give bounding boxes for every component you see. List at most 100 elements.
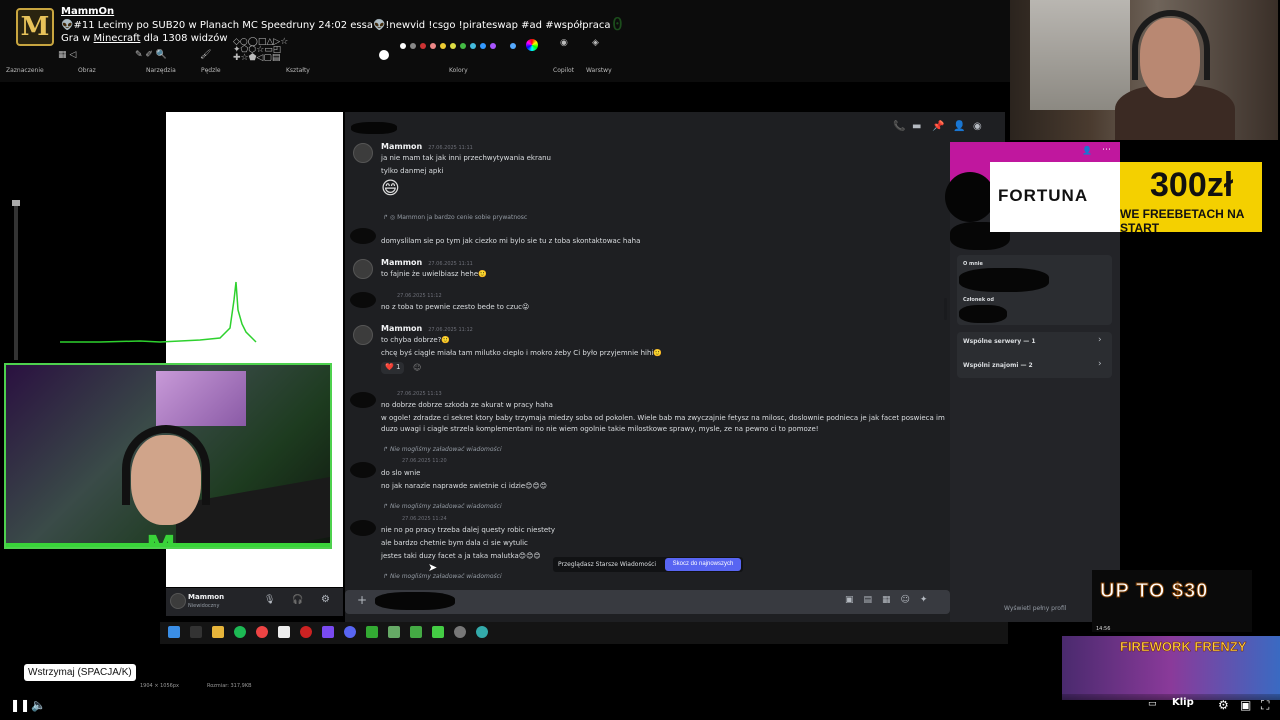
fortuna-ad[interactable]: FORTUNA 300zł WE FREEBETACH NA START bbox=[990, 162, 1262, 232]
search-icon[interactable] bbox=[190, 626, 202, 638]
headphones-icon[interactable]: 🎧 bbox=[292, 595, 303, 605]
view-full-profile-link[interactable]: Wyświetl pełny profil bbox=[1004, 605, 1066, 612]
msg-author-name[interactable]: Mammon bbox=[381, 324, 422, 333]
volume-icon[interactable]: 🔈 bbox=[31, 698, 46, 712]
color-swatch[interactable] bbox=[450, 43, 456, 49]
msg-line: duzo uwagi i ciagle strzela komplementam… bbox=[381, 425, 819, 433]
game-icon[interactable] bbox=[432, 626, 444, 638]
channel-name-link[interactable]: MammOn bbox=[61, 6, 114, 17]
color-swatch[interactable] bbox=[420, 43, 426, 49]
hidden-bio bbox=[959, 268, 1049, 292]
discord-icon[interactable] bbox=[344, 626, 356, 638]
add-friend-icon[interactable]: 👤 bbox=[1082, 146, 1092, 155]
settings-icon[interactable] bbox=[454, 626, 466, 638]
game-link[interactable]: Minecraft bbox=[94, 33, 141, 44]
msg-line: nie no po pracy trzeba dalej questy robi… bbox=[381, 526, 556, 534]
chrome-icon[interactable] bbox=[256, 626, 268, 638]
color-swatch[interactable] bbox=[490, 43, 496, 49]
image-tool-icon[interactable]: ▦ ◁ bbox=[58, 50, 76, 60]
pause-icon[interactable]: ❚❚ bbox=[10, 698, 30, 712]
color-swatch[interactable] bbox=[440, 43, 446, 49]
chevron-right-icon[interactable]: › bbox=[1098, 335, 1102, 345]
avatar[interactable] bbox=[353, 325, 373, 345]
msg-author-name[interactable]: Mammon bbox=[381, 258, 422, 267]
settings-gear-icon[interactable]: ⚙ bbox=[1218, 698, 1229, 712]
color-swatch[interactable] bbox=[460, 43, 466, 49]
launcher-icon[interactable] bbox=[388, 626, 400, 638]
mic-icon[interactable]: 🎙 bbox=[264, 595, 275, 605]
profile-avatar[interactable] bbox=[945, 172, 995, 222]
pencil-icon[interactable]: ✎ ✐ 🔍 bbox=[135, 50, 167, 60]
avatar[interactable] bbox=[350, 392, 376, 408]
user-name[interactable]: Mammon bbox=[188, 593, 224, 601]
avatar[interactable] bbox=[353, 143, 373, 163]
game-icon[interactable] bbox=[410, 626, 422, 638]
call-icon[interactable]: 📞 bbox=[893, 121, 905, 132]
color-picker-icon[interactable] bbox=[526, 39, 538, 51]
msg-author[interactable]: Mammon 27.06.2025 11:11 bbox=[381, 142, 473, 151]
miniplayer-icon[interactable]: ▣ bbox=[1240, 698, 1251, 712]
video-icon[interactable]: ▬ bbox=[912, 121, 921, 132]
layers-icon[interactable]: ◈ bbox=[592, 38, 599, 48]
fortuna-logo: FORTUNA bbox=[998, 186, 1089, 205]
reply-preview[interactable]: ↱ ◎ Mammon ja bardzo cenie sobie prywatn… bbox=[383, 214, 527, 221]
msg-line: no z toba to pewnie czesto bede to czuc😜 bbox=[381, 303, 530, 311]
avatar[interactable] bbox=[350, 228, 376, 244]
copilot-icon[interactable]: ◉ bbox=[560, 38, 568, 48]
jump-to-latest-button[interactable]: Skocz do najnowszych bbox=[665, 558, 741, 571]
ribbon-label: Narzędzia bbox=[146, 67, 176, 74]
volume-slider[interactable] bbox=[6, 200, 26, 360]
browser-icon[interactable] bbox=[476, 626, 488, 638]
mutual-servers-link[interactable]: Wspólne serwery — 1 bbox=[963, 338, 1036, 345]
channel-avatar[interactable]: M bbox=[16, 8, 54, 46]
msg-author-name[interactable]: Mammon bbox=[381, 142, 422, 151]
msg-line: no jak narazie naprawde swietnie ci idzi… bbox=[381, 482, 548, 490]
brush-icon[interactable]: 🖌 bbox=[200, 50, 211, 60]
avatar[interactable] bbox=[350, 462, 376, 478]
windows-start-icon[interactable] bbox=[168, 626, 180, 638]
color-swatch[interactable] bbox=[430, 43, 436, 49]
msg-author[interactable]: Mammon 27.06.2025 11:11 bbox=[381, 258, 473, 267]
msg-line: w ogole! zdradze ci sekret ktory baby tr… bbox=[381, 414, 945, 422]
opera-icon[interactable] bbox=[300, 626, 312, 638]
notepad-icon[interactable] bbox=[278, 626, 290, 638]
more-icon[interactable]: ⋯ bbox=[1102, 145, 1111, 155]
message-input[interactable]: + ▣▤▦☺✦ bbox=[345, 590, 950, 614]
color-swatch[interactable] bbox=[480, 43, 486, 49]
color-swatch[interactable] bbox=[410, 43, 416, 49]
spotify-icon[interactable] bbox=[234, 626, 246, 638]
theater-icon[interactable]: ▭ bbox=[1148, 699, 1157, 709]
msg-timestamp: 27.06.2025 11:13 bbox=[397, 391, 442, 397]
avatar[interactable] bbox=[170, 593, 186, 609]
chevron-right-icon[interactable]: › bbox=[1098, 359, 1102, 369]
app-icon[interactable] bbox=[322, 626, 334, 638]
pin-icon[interactable]: 📌 bbox=[932, 121, 944, 132]
color-swatch[interactable] bbox=[400, 43, 406, 49]
reaction-heart[interactable]: ❤️ 1 bbox=[381, 362, 405, 374]
cam-window bbox=[1030, 0, 1130, 110]
input-tools-icon[interactable]: ▣▤▦☺✦ bbox=[845, 595, 937, 605]
folder-icon[interactable] bbox=[212, 626, 224, 638]
active-color[interactable] bbox=[379, 50, 389, 60]
add-reaction-icon[interactable]: ☺ bbox=[413, 363, 421, 372]
fullscreen-icon[interactable]: ⛶ bbox=[1261, 698, 1269, 713]
chat-scrollbar[interactable] bbox=[944, 298, 947, 320]
msg-author[interactable]: Mammon 27.06.2025 11:12 bbox=[381, 324, 473, 333]
avatar[interactable] bbox=[353, 259, 373, 279]
shapes-icon[interactable]: ◇○◯□△▷☆ ✦⬠⬡☆▭◰ ✚☆⬟◁▢▤ bbox=[233, 38, 288, 63]
fortuna-subtitle: WE FREEBETACH NA START bbox=[1120, 207, 1244, 232]
msg-timestamp: 27.06.2025 11:24 bbox=[402, 516, 447, 522]
minecraft-icon[interactable] bbox=[366, 626, 378, 638]
avatar[interactable] bbox=[350, 520, 376, 536]
load-error-line: ↱ Nie mogliśmy załadować wiadomości bbox=[383, 573, 502, 580]
add-friend-icon[interactable]: 👤 bbox=[953, 121, 965, 132]
settings-gear-icon[interactable]: ⚙ bbox=[321, 594, 330, 605]
profile-toggle-icon[interactable]: ◉ bbox=[973, 121, 982, 132]
color-swatch[interactable] bbox=[470, 43, 476, 49]
add-attachment-icon[interactable]: + bbox=[357, 593, 367, 607]
clip-button[interactable]: Klip bbox=[1172, 697, 1194, 708]
avatar[interactable] bbox=[350, 292, 376, 308]
msg-line: to fajnie że uwielbiasz hehe🙂 bbox=[381, 270, 487, 278]
mutual-friends-link[interactable]: Wspólni znajomi — 2 bbox=[963, 362, 1033, 369]
color-swatch[interactable] bbox=[510, 43, 516, 49]
